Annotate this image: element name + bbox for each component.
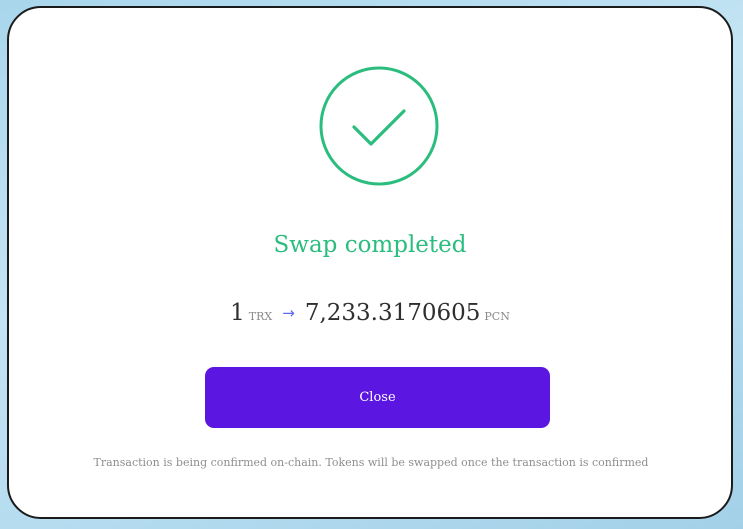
dialog-title: Swap completed <box>273 232 467 258</box>
swap-completed-dialog: Swap completed 1 TRX → 7,233.3170605 PCN Clo… <box>7 6 733 519</box>
to-token: PCN <box>484 310 510 323</box>
to-amount: 7,233.3170605 <box>304 300 481 326</box>
close-button-label: Close <box>359 390 396 405</box>
from-amount: 1 <box>230 300 245 326</box>
check-circle-icon <box>318 65 440 187</box>
from-token: TRX <box>248 310 273 323</box>
confirmation-note: Transaction is being confirmed on-chain.… <box>93 456 649 469</box>
close-button[interactable]: Close <box>205 367 550 428</box>
swap-summary: 1 TRX → 7,233.3170605 PCN <box>9 298 731 332</box>
arrow-right-icon: → <box>282 304 295 322</box>
